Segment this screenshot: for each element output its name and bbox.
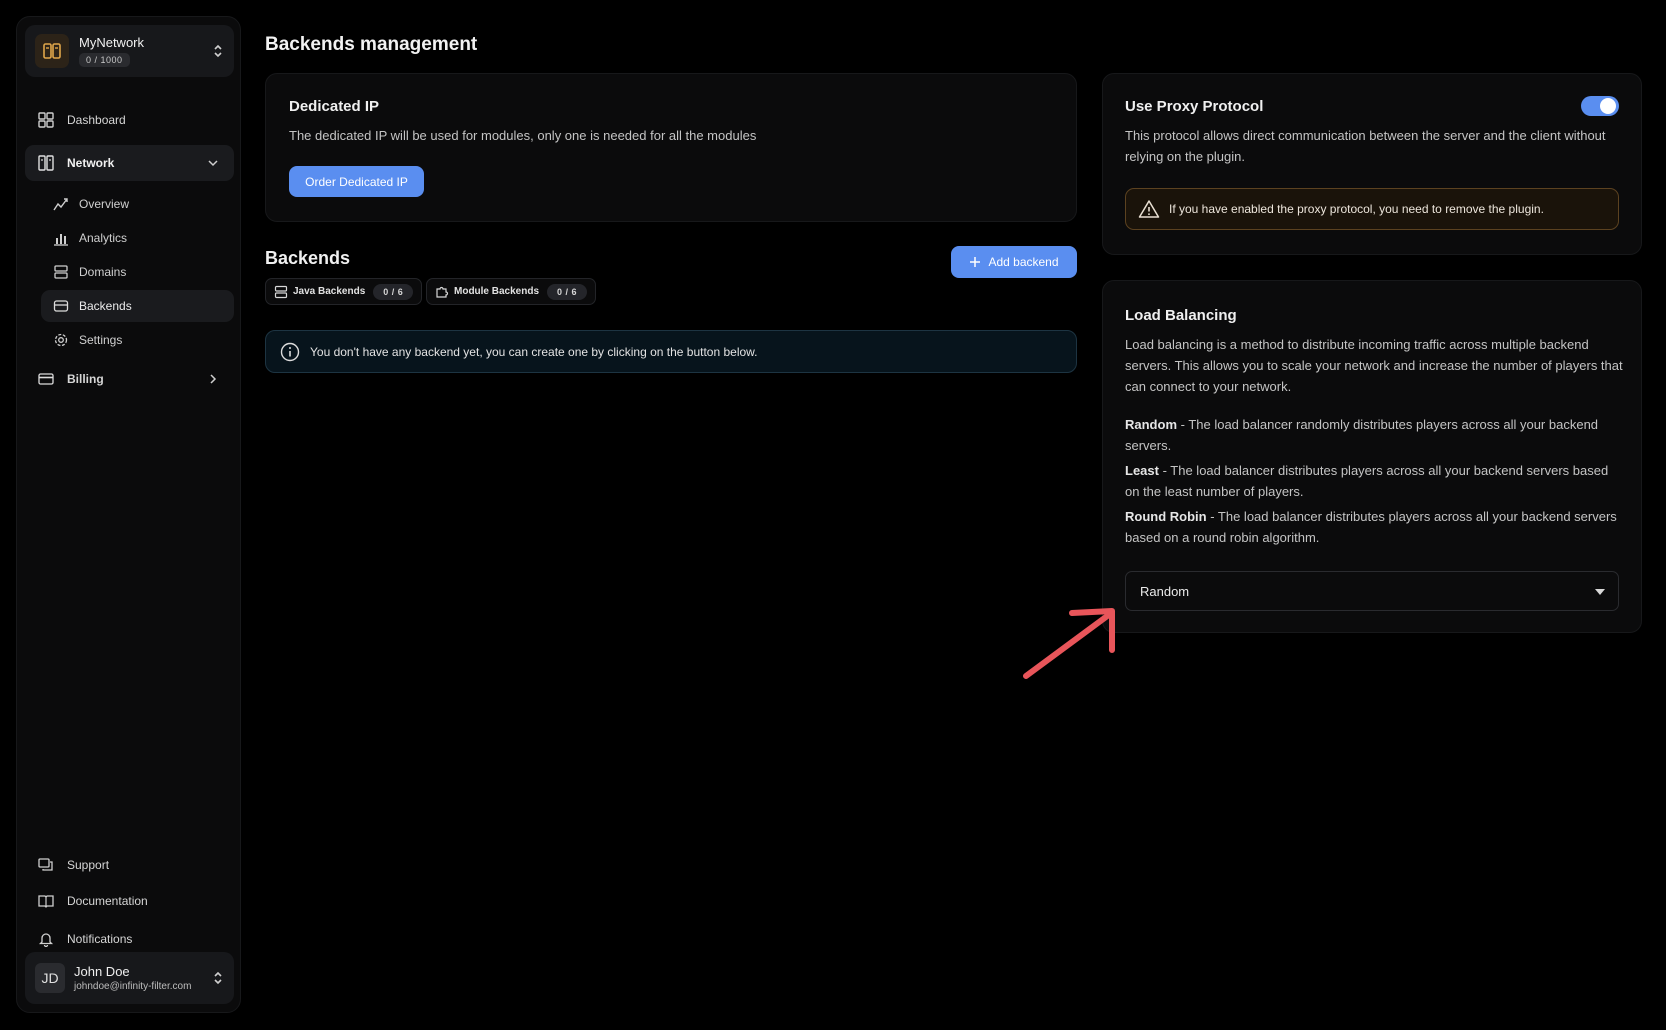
module-backends-count: 0 / 6 (547, 283, 588, 300)
proxy-warning: If you have enabled the proxy protocol, … (1125, 188, 1619, 230)
chevron-updown-icon (214, 44, 222, 58)
lb-option-least-desc: Least - The load balancer distributes pl… (1125, 460, 1625, 502)
proxy-protocol-card: Use Proxy Protocol This protocol allows … (1102, 73, 1642, 255)
sidebar-item-documentation[interactable]: Documentation (25, 883, 234, 919)
server-icon (274, 285, 288, 299)
chevron-updown-icon (214, 971, 222, 985)
sidebar-item-domains[interactable]: Domains (41, 256, 234, 288)
toggle-knob (1600, 98, 1616, 114)
warning-icon (1138, 200, 1160, 218)
load-balancing-title: Load Balancing (1125, 307, 1237, 324)
plus-icon (970, 257, 981, 267)
proxy-protocol-description: This protocol allows direct communicatio… (1125, 128, 1606, 164)
sidebar-item-billing[interactable]: Billing (25, 361, 234, 397)
chat-icon (37, 856, 55, 874)
bell-icon (37, 930, 55, 948)
sidebar-item-backends[interactable]: Backends (41, 290, 234, 322)
lb-option-random-desc: Random - The load balancer randomly dist… (1125, 414, 1625, 456)
sidebar-item-label: Overview (79, 197, 130, 211)
sidebar-item-label: Backends (79, 299, 132, 313)
proxy-warning-text: If you have enabled the proxy protocol, … (1169, 202, 1544, 216)
load-balancing-description: Load balancing is a method to distribute… (1125, 337, 1623, 394)
load-balancing-selected-value: Random (1140, 583, 1190, 599)
user-account-switcher[interactable]: JD John Doe johndoe@infinity-filter.com (25, 952, 234, 1004)
dedicated-ip-description: The dedicated IP will be used for module… (289, 128, 757, 143)
empty-backends-info: You don't have any backend yet, you can … (265, 330, 1077, 373)
network-logo-icon (35, 34, 69, 68)
module-backends-label: Module Backends (454, 286, 540, 297)
lb-option-name: Round Robin (1125, 509, 1207, 524)
puzzle-icon (435, 285, 449, 299)
annotation-arrow-icon (1023, 608, 1115, 679)
network-name: MyNetwork (79, 34, 145, 50)
dashboard-icon (37, 111, 55, 129)
lb-option-round-robin-desc: Round Robin - The load balancer distribu… (1125, 506, 1625, 548)
backends-title: Backends (265, 248, 351, 268)
sidebar-item-settings[interactable]: Settings (41, 324, 234, 356)
sidebar-item-label: Dashboard (67, 113, 126, 127)
load-balancing-card: Load Balancing Load balancing is a metho… (1102, 280, 1642, 633)
backend-card-icon (53, 298, 69, 314)
network-count-badge: 0 / 1000 (79, 52, 130, 67)
lb-option-text: - The load balancer distributes players … (1125, 463, 1609, 499)
java-backends-label: Java Backends (293, 286, 366, 297)
sidebar-item-label: Network (67, 156, 115, 170)
proxy-protocol-title: Use Proxy Protocol (1125, 98, 1264, 115)
user-email: johndoe@infinity-filter.com (74, 981, 192, 992)
credit-card-icon (37, 370, 55, 388)
empty-backends-message: You don't have any backend yet, you can … (310, 344, 758, 359)
bar-chart-icon (53, 230, 69, 246)
order-dedicated-ip-button[interactable]: Order Dedicated IP (289, 166, 424, 197)
sidebar-item-network[interactable]: Network (25, 145, 234, 181)
lb-option-name: Random (1125, 417, 1177, 432)
lb-option-name: Least (1125, 463, 1159, 478)
server-icon (53, 264, 69, 280)
book-icon (37, 892, 55, 910)
chevron-right-icon (210, 374, 217, 384)
dedicated-ip-title: Dedicated IP (289, 98, 380, 115)
sidebar-item-support[interactable]: Support (25, 847, 234, 883)
sidebar-item-label: Documentation (67, 894, 148, 908)
network-switcher[interactable]: MyNetwork 0 / 1000 (25, 25, 234, 77)
proxy-protocol-toggle[interactable] (1581, 96, 1619, 116)
caret-down-icon (1595, 589, 1605, 595)
java-backends-tab[interactable]: Java Backends 0 / 6 (265, 278, 423, 305)
avatar: JD (35, 963, 65, 993)
sidebar-item-label: Notifications (67, 932, 133, 946)
gear-icon (53, 332, 69, 348)
add-backend-button[interactable]: Add backend (951, 246, 1077, 278)
user-name: John Doe (74, 964, 130, 979)
sidebar-item-label: Billing (67, 372, 104, 386)
page-title: Backends management (265, 34, 478, 55)
module-backends-tab[interactable]: Module Backends 0 / 6 (426, 278, 597, 305)
sidebar-item-label: Support (67, 858, 110, 872)
info-icon (280, 342, 300, 361)
sidebar-item-analytics[interactable]: Analytics (41, 222, 234, 254)
add-backend-label: Add backend (988, 255, 1059, 269)
sidebar-item-overview[interactable]: Overview (41, 188, 234, 220)
network-icon (37, 154, 55, 172)
lb-option-text: - The load balancer randomly distributes… (1125, 417, 1599, 453)
sidebar-item-label: Settings (79, 333, 123, 347)
sidebar: MyNetwork 0 / 1000 Dashboard Network Ove… (16, 16, 241, 1013)
sidebar-item-label: Analytics (79, 231, 128, 245)
java-backends-count: 0 / 6 (373, 283, 414, 300)
sidebar-item-label: Domains (79, 265, 127, 279)
overview-chart-icon (53, 196, 69, 212)
load-balancing-select[interactable]: Random (1125, 571, 1619, 611)
sidebar-item-dashboard[interactable]: Dashboard (25, 102, 234, 138)
chevron-down-icon (208, 160, 218, 167)
dedicated-ip-card: Dedicated IP The dedicated IP will be us… (265, 73, 1077, 222)
